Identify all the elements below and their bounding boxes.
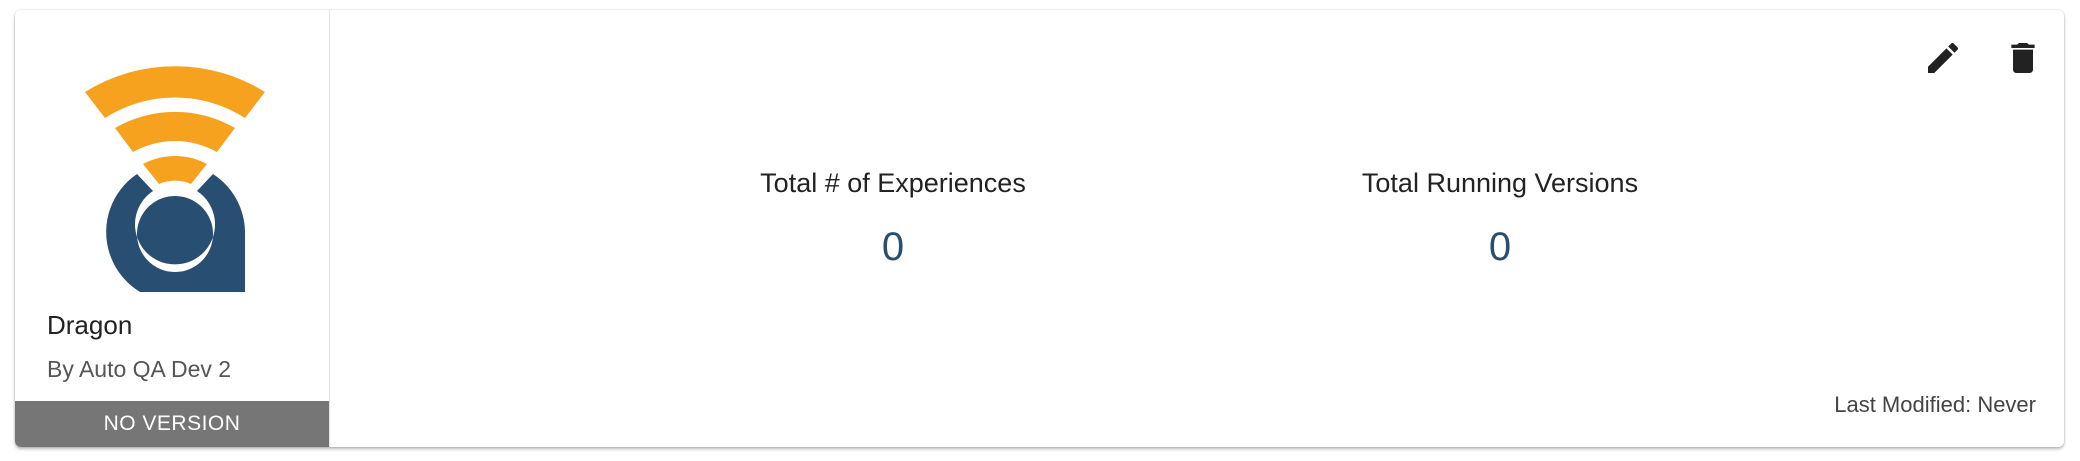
stat-label: Total # of Experiences bbox=[760, 168, 1026, 198]
pencil-icon bbox=[1928, 42, 1959, 73]
last-modified-value: Never bbox=[1977, 392, 2036, 417]
stat-total-running-versions: Total Running Versions 0 bbox=[1300, 168, 1700, 270]
app-author: By Auto QA Dev 2 bbox=[47, 356, 232, 382]
trash-icon bbox=[2011, 43, 2035, 73]
last-modified-label: Last Modified: bbox=[1834, 392, 1972, 417]
stat-label: Total Running Versions bbox=[1361, 168, 1639, 198]
stat-total-experiences: Total # of Experiences 0 bbox=[693, 168, 1093, 270]
wifi-pin-logo-icon bbox=[85, 66, 265, 292]
version-badge: NO VERSION bbox=[15, 401, 329, 447]
delete-button[interactable] bbox=[1999, 34, 2047, 82]
stat-value: 0 bbox=[881, 225, 905, 269]
app-card-left-panel: Dragon By Auto QA Dev 2 NO VERSION bbox=[15, 10, 330, 447]
last-modified: Last Modified: Never bbox=[1834, 392, 2036, 418]
app-name: Dragon bbox=[47, 310, 133, 340]
app-card: Dragon By Auto QA Dev 2 NO VERSION Total… bbox=[15, 10, 2064, 447]
edit-button[interactable] bbox=[1919, 34, 1967, 82]
stat-value: 0 bbox=[1488, 225, 1512, 269]
